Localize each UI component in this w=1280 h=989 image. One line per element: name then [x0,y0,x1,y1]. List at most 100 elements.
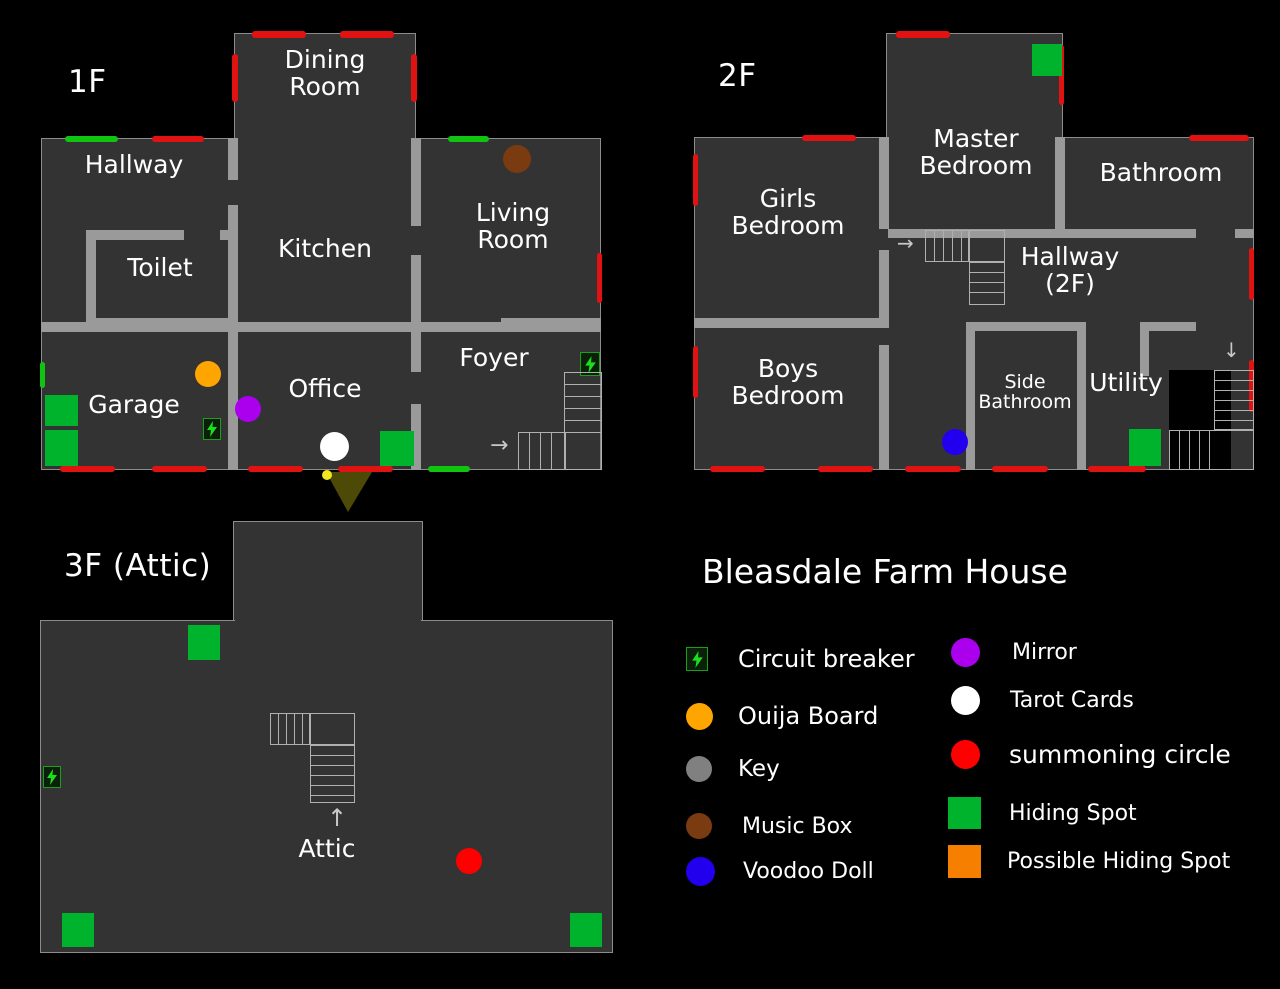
marker-ouija-board [195,361,221,387]
door-boys-bottom [710,466,765,472]
marker-hiding-spot-office [380,431,414,466]
wall-2f-f [1055,137,1065,229]
page-title: Bleasdale Farm House [702,552,1068,591]
legend-item-voodoo-doll: Voodoo Doll [686,857,874,886]
door-hallway-right [1249,248,1254,300]
legend-label-summoning-circle: summoning circle [1009,740,1231,769]
stairs-direction-arrow-2f-up: → [897,231,914,255]
floor-label-2f: 2F [718,58,757,94]
wall-1f-i [501,318,601,328]
door-garage-left-green [40,362,45,388]
voodoo-doll-icon [686,857,715,886]
ouija-board-icon [686,702,713,730]
wall-toilet-top [86,230,184,240]
marker-hiding-spot-garage-1 [45,395,78,426]
door-hallway-top-green [65,136,118,142]
wall-1f-d [411,255,421,330]
door-garage-bottom-2 [152,466,207,472]
marker-tarot-cards [320,432,349,461]
door-dining-top-2 [340,31,394,38]
wall-2f-m [1140,331,1149,376]
door-bathroom-top [1189,135,1249,141]
door-office-bottom-1 [248,466,303,472]
marker-hiding-spot-attic-br [570,913,602,947]
stairs-direction-arrow-attic: ↑ [327,804,348,832]
door-dining-right [411,54,417,102]
legend-label-circuit-breaker: Circuit breaker [738,645,915,673]
map-canvas: 1F Dining Room Hallway Toilet Kitchen Li… [0,0,1280,989]
marker-summoning-circle [456,848,482,874]
wall-1f-a [228,138,238,180]
wall-toilet-left [86,230,96,328]
legend-label-hiding-spot: Hiding Spot [1009,800,1137,826]
legend-item-key: Key [686,756,780,782]
door-boys-left [693,346,698,398]
seam-mask-dining [236,135,414,147]
legend-label-mirror: Mirror [1012,640,1077,665]
wall-2f-b [879,250,889,326]
seam-mask-master [888,134,1061,146]
legend-label-key: Key [738,756,780,782]
legend-label-possible-hiding-spot: Possible Hiding Spot [1007,849,1231,874]
player-view-cone [318,470,374,512]
door-living-top-green [448,136,489,142]
wall-2f-l [1140,322,1196,331]
wall-1f-b [228,205,238,330]
legend-item-summoning-circle: summoning circle [951,740,1231,769]
key-icon [686,756,712,782]
stairs-3f-attic [270,713,360,803]
wall-2f-k [1077,331,1086,470]
wall-2f-d [694,318,889,328]
legend-item-possible-hiding-spot: Possible Hiding Spot [948,845,1230,878]
legend-label-music-box: Music Box [742,813,853,839]
summoning-circle-icon [951,740,980,769]
wall-2f-g [1033,229,1196,238]
mirror-icon [951,638,980,667]
door-sidebath-bottom-2 [992,466,1048,472]
door-dining-top-1 [252,31,306,38]
legend-item-circuit-breaker: Circuit breaker [686,645,915,673]
door-dining-left [232,54,238,102]
stairs-direction-arrow-1f: → [490,433,509,458]
wall-1f-g [411,332,421,372]
door-utility-bottom [1088,466,1146,472]
wall-toilet-bottom [86,318,230,328]
stairs-2f-to-attic [925,230,1005,305]
stairs-2f-down [1169,370,1254,470]
marker-hiding-spot-utility [1129,429,1161,466]
legend-label-voodoo-doll: Voodoo Doll [743,859,874,884]
room-dining-room [234,33,416,143]
legend-item-mirror: Mirror [951,638,1077,667]
legend-item-hiding-spot: Hiding Spot [948,797,1137,829]
door-boys-bottom-2 [818,466,873,472]
door-hallway-top-red [152,136,204,142]
circuit-breaker-icon [686,647,708,671]
possible-hiding-icon [948,845,981,878]
legend-item-music-box: Music Box [686,813,852,839]
door-girls-top [802,135,856,141]
wall-2f-i [966,322,1086,331]
door-sidebath-bottom-1 [905,466,961,472]
marker-hiding-spot-master [1032,44,1062,76]
marker-mirror [235,396,261,422]
door-garage-bottom-1 [60,466,115,472]
wall-2f-c [879,345,889,470]
floor-label-1f: 1F [68,64,107,100]
marker-hiding-spot-garage-2 [45,430,78,466]
marker-hiding-spot-attic-bl [62,913,94,947]
door-girls-left [693,154,698,206]
wall-toilet-top-stub [220,230,232,240]
music-box-icon [686,813,712,839]
wall-2f-h [1235,229,1254,238]
room-attic-protrusion [233,521,423,627]
door-living-right-red [597,253,602,303]
wall-2f-a [879,137,889,229]
tarot-cards-icon [951,686,980,715]
legend-label-tarot-cards: Tarot Cards [1010,688,1134,713]
wall-1f-c [411,138,421,226]
door-master-top [896,31,950,38]
marker-voodoo-doll [942,429,968,455]
door-foyer-bottom-green [428,466,470,472]
stairs-direction-arrow-2f-down: ↓ [1223,338,1240,362]
marker-hiding-spot-attic-top [188,625,220,660]
